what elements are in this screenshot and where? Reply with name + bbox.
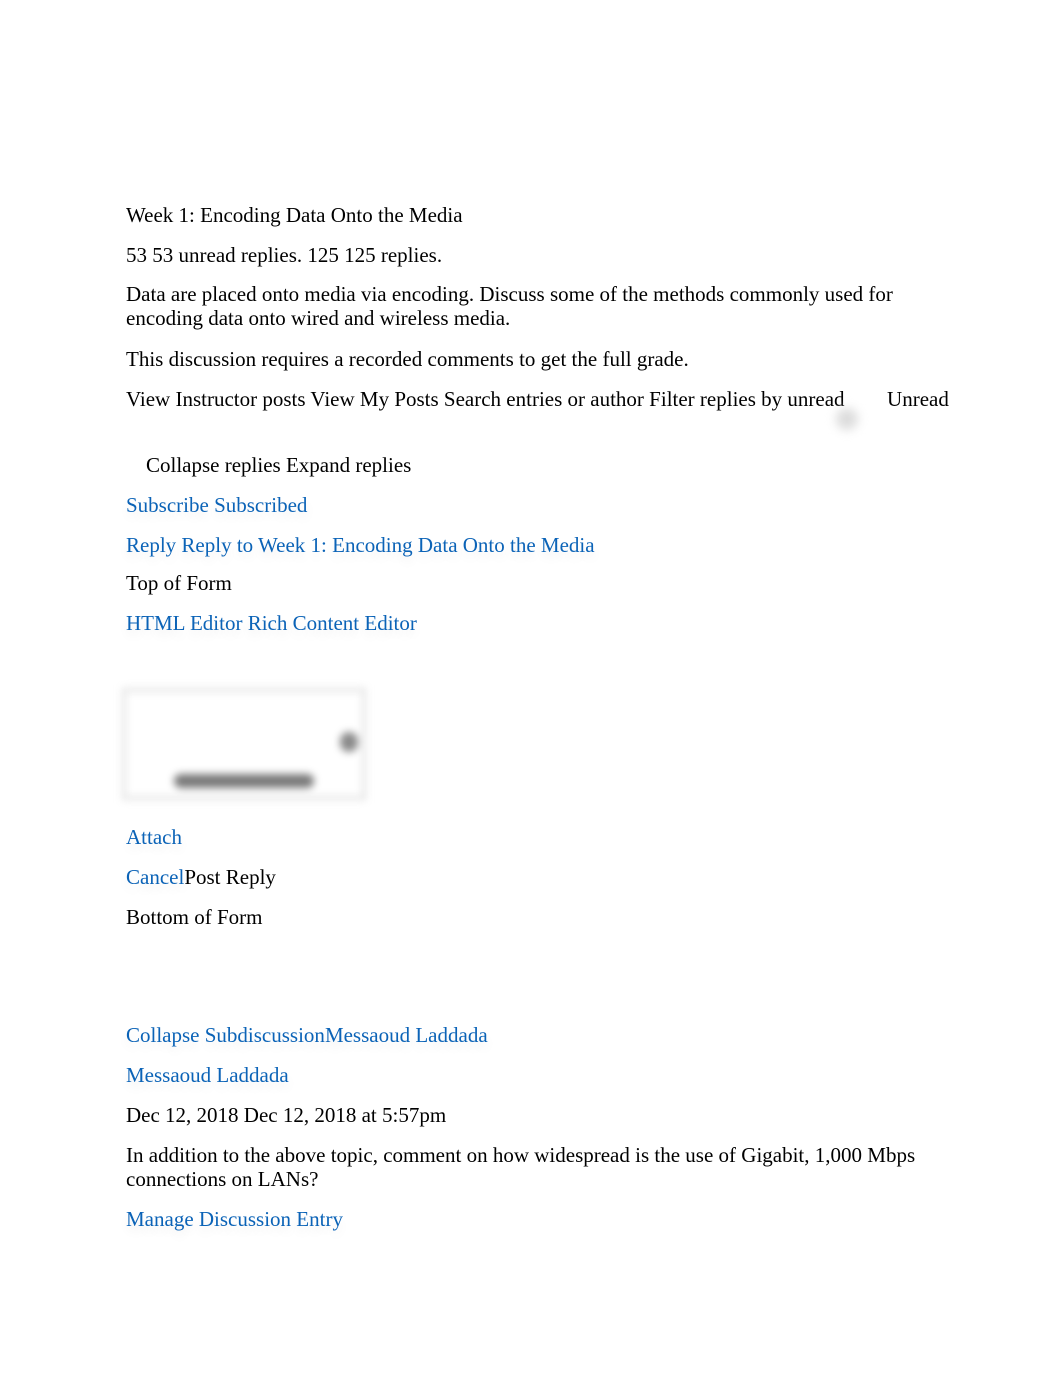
editor-horizontal-scrollbar[interactable] bbox=[174, 774, 314, 788]
unread-filter-label[interactable]: Unread bbox=[887, 387, 949, 411]
reply-editor[interactable] bbox=[122, 688, 366, 800]
manage-discussion-entry-link[interactable]: Manage Discussion Entry bbox=[126, 1207, 343, 1231]
topic-title: Week 1: Encoding Data Onto the Media bbox=[126, 203, 463, 227]
author-link[interactable]: Messaoud Laddada bbox=[126, 1063, 289, 1087]
collapse-expand-replies[interactable]: Collapse replies Expand replies bbox=[146, 453, 411, 477]
entry-author: Messaoud Laddada bbox=[126, 1063, 289, 1087]
form-actions: CancelPost Reply bbox=[126, 865, 276, 889]
attach-link[interactable]: Attach bbox=[126, 825, 182, 849]
subdiscussion-header: Collapse SubdiscussionMessaoud Laddada bbox=[126, 1023, 488, 1047]
filter-options[interactable]: View Instructor posts View My Posts Sear… bbox=[126, 387, 845, 411]
collapse-subdiscussion-link[interactable]: Collapse SubdiscussionMessaoud Laddada bbox=[126, 1023, 488, 1047]
top-of-form-label: Top of Form bbox=[126, 571, 232, 595]
entry-date: Dec 12, 2018 Dec 12, 2018 at 5:57pm bbox=[126, 1103, 447, 1127]
editor-scrollbar[interactable] bbox=[340, 732, 358, 752]
manage-entry: Manage Discussion Entry bbox=[126, 1207, 343, 1231]
filter-toolbar: View Instructor posts View My Posts Sear… bbox=[126, 387, 949, 411]
reply-link[interactable]: Reply Reply to Week 1: Encoding Data Ont… bbox=[126, 533, 595, 557]
cancel-button[interactable]: Cancel bbox=[126, 865, 184, 889]
topic-requirement: This discussion requires a recorded comm… bbox=[126, 347, 689, 371]
attach-control: Attach bbox=[126, 825, 182, 849]
rich-content-editor-link[interactable]: Rich Content Editor bbox=[248, 611, 417, 635]
editor-switch: HTML Editor Rich Content Editor bbox=[126, 611, 417, 635]
subscribe-control: Subscribe Subscribed bbox=[126, 493, 307, 517]
topic-prompt: Data are placed onto media via encoding.… bbox=[126, 282, 893, 330]
unread-toggle-icon[interactable] bbox=[836, 408, 858, 430]
subscribed-link[interactable]: Subscribed bbox=[214, 493, 307, 517]
bottom-of-form-label: Bottom of Form bbox=[126, 905, 263, 929]
reply-control: Reply Reply to Week 1: Encoding Data Ont… bbox=[126, 533, 595, 557]
reply-counts: 53 53 unread replies. 125 125 replies. bbox=[126, 243, 443, 267]
entry-body: In addition to the above topic, comment … bbox=[126, 1143, 916, 1191]
html-editor-link[interactable]: HTML Editor bbox=[126, 611, 242, 635]
subscribe-link[interactable]: Subscribe bbox=[126, 493, 209, 517]
post-reply-button[interactable]: Post Reply bbox=[184, 865, 276, 889]
